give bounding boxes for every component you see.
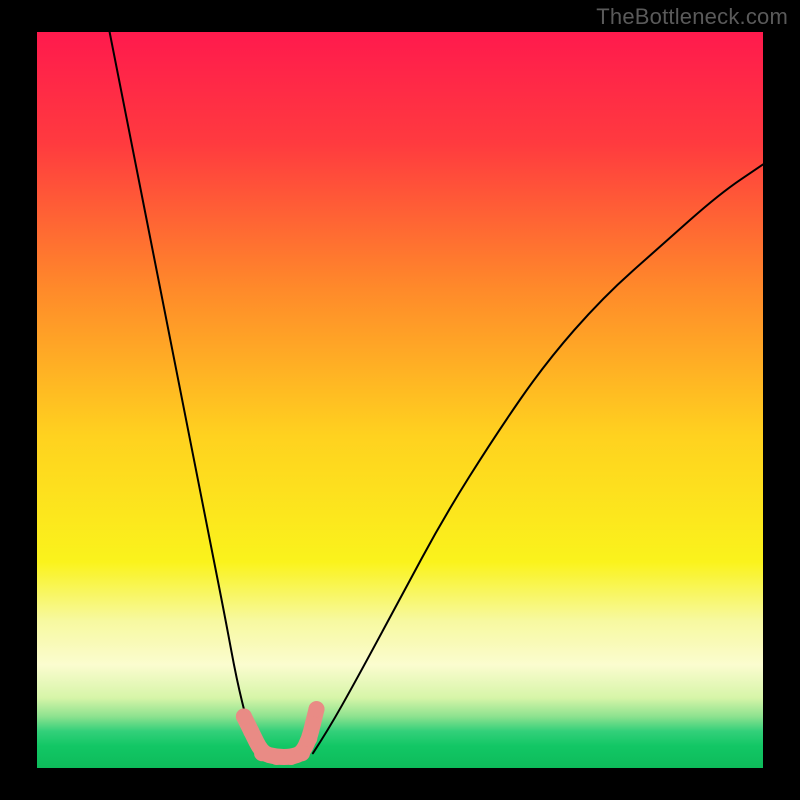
marker-point — [254, 745, 270, 761]
marker-point — [269, 749, 285, 765]
marker-point — [243, 723, 259, 739]
chart-container: TheBottleneck.com — [0, 0, 800, 800]
marker-point — [236, 708, 252, 724]
marker-point — [305, 716, 321, 732]
gradient-background — [37, 32, 763, 768]
marker-point — [294, 745, 310, 761]
watermark-text: TheBottleneck.com — [596, 4, 788, 30]
marker-point — [309, 701, 325, 717]
bottleneck-chart — [0, 0, 800, 800]
marker-point — [301, 731, 317, 747]
